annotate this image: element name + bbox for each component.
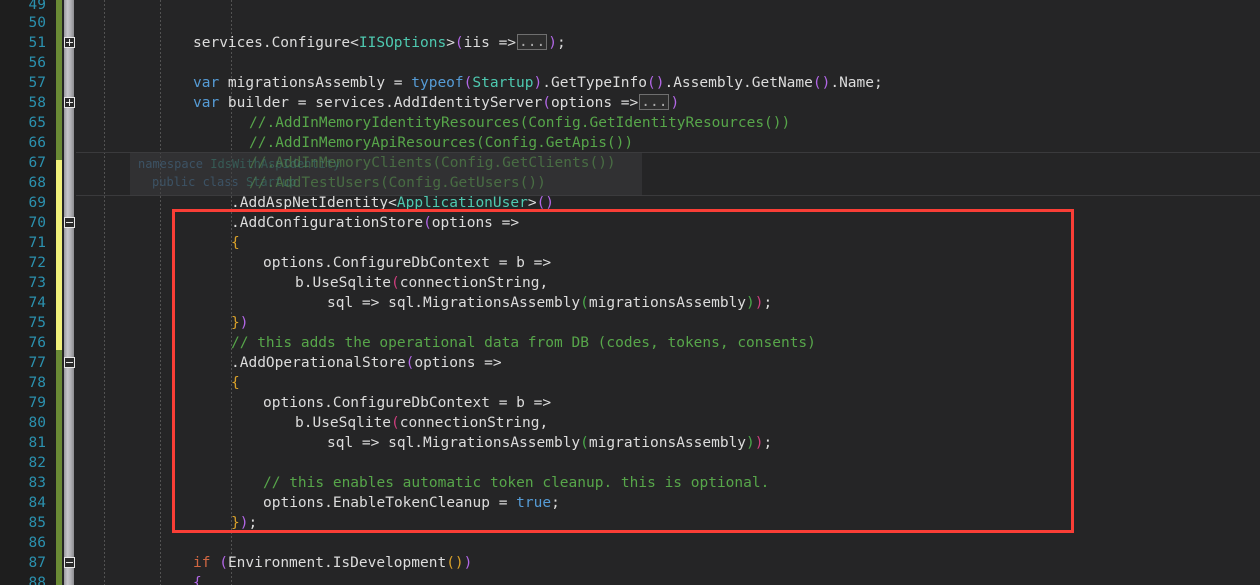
code-line-68[interactable]: //.AddTestUsers(Config.GetUsers()) (249, 173, 546, 193)
change-marker-saved (56, 350, 62, 585)
code-line-57[interactable]: var migrationsAssembly = typeof(Startup)… (193, 73, 883, 93)
code-line-75[interactable]: }) (231, 313, 248, 333)
line-number: 73 (28, 275, 46, 291)
code-line-79[interactable]: options.ConfigureDbContext = b => (263, 393, 551, 413)
line-number: 65 (28, 115, 46, 131)
indent-guide (104, 0, 105, 585)
line-number: 85 (28, 515, 46, 531)
line-number: 84 (28, 495, 46, 511)
change-marker-unsaved (56, 160, 62, 350)
code-line-72[interactable]: options.ConfigureDbContext = b => (263, 253, 551, 273)
line-number: 66 (28, 135, 46, 151)
code-line-76[interactable]: // this adds the operational data from D… (231, 333, 816, 353)
outline-toggle-collapsed[interactable] (64, 37, 75, 48)
code-line-71[interactable]: { (231, 233, 240, 253)
line-number: 79 (28, 395, 46, 411)
code-line-74[interactable]: sql => sql.MigrationsAssembly(migrations… (327, 293, 772, 313)
line-number: 68 (28, 175, 46, 191)
line-number: 71 (28, 235, 46, 251)
code-line-84[interactable]: options.EnableTokenCleanup = true; (263, 493, 560, 513)
line-number: 86 (28, 535, 46, 551)
overlay-separator-bottom (76, 195, 1260, 196)
code-line-69[interactable]: .AddAspNetIdentity<ApplicationUser>() (231, 193, 554, 213)
line-number: 87 (28, 555, 46, 571)
code-line-85[interactable]: }); (231, 513, 257, 533)
code-line-58[interactable]: var builder = services.AddIdentityServer… (193, 93, 679, 113)
line-number: 74 (28, 295, 46, 311)
line-number: 56 (28, 55, 46, 71)
code-line-66[interactable]: //.AddInMemoryApiResources(Config.GetApi… (249, 133, 633, 153)
code-line-78[interactable]: { (231, 373, 240, 393)
line-number: 81 (28, 435, 46, 451)
outline-toggle-expanded[interactable] (64, 557, 75, 568)
code-line-73[interactable]: b.UseSqlite(connectionString, (295, 273, 548, 293)
line-number: 57 (28, 75, 46, 91)
code-line-87[interactable]: if (Environment.IsDevelopment()) (193, 553, 472, 573)
code-line-77[interactable]: .AddOperationalStore(options => (231, 353, 502, 373)
indent-guide (160, 0, 161, 585)
line-number: 67 (28, 155, 46, 171)
code-line-65[interactable]: //.AddInMemoryIdentityResources(Config.G… (249, 113, 790, 133)
code-line-80[interactable]: b.UseSqlite(connectionString, (295, 413, 548, 433)
code-line-70[interactable]: .AddConfigurationStore(options => (231, 213, 519, 233)
line-number: 70 (28, 215, 46, 231)
line-number: 82 (28, 455, 46, 471)
code-line-88[interactable]: { (193, 573, 202, 585)
line-number: 88 (28, 575, 46, 585)
line-number: 58 (28, 95, 46, 111)
line-number: 83 (28, 475, 46, 491)
line-number: 51 (28, 35, 46, 51)
overlay-separator-top (76, 152, 1260, 153)
line-number: 72 (28, 255, 46, 271)
outlining-scroll-bar[interactable] (64, 0, 74, 585)
line-number: 78 (28, 375, 46, 391)
code-line-67[interactable]: //.AddInMemoryClients(Config.GetClients(… (249, 153, 616, 173)
outline-toggle-expanded[interactable] (64, 217, 75, 228)
line-number: 76 (28, 335, 46, 351)
code-editor[interactable]: 49 50 51 56 57 58 65 66 67 68 69 70 71 7… (0, 0, 1260, 585)
outline-toggle-collapsed[interactable] (64, 97, 75, 108)
code-line-81[interactable]: sql => sql.MigrationsAssembly(migrations… (327, 433, 772, 453)
line-number: 77 (28, 355, 46, 371)
line-number: 75 (28, 315, 46, 331)
code-line-83[interactable]: // this enables automatic token cleanup.… (263, 473, 769, 493)
code-line-51[interactable]: services.Configure<IISOptions>(iis =>...… (193, 33, 566, 53)
line-number: 50 (28, 15, 46, 31)
change-marker-saved (56, 0, 62, 160)
line-number: 69 (28, 195, 46, 211)
line-number: 80 (28, 415, 46, 431)
outline-toggle-expanded[interactable] (64, 357, 75, 368)
